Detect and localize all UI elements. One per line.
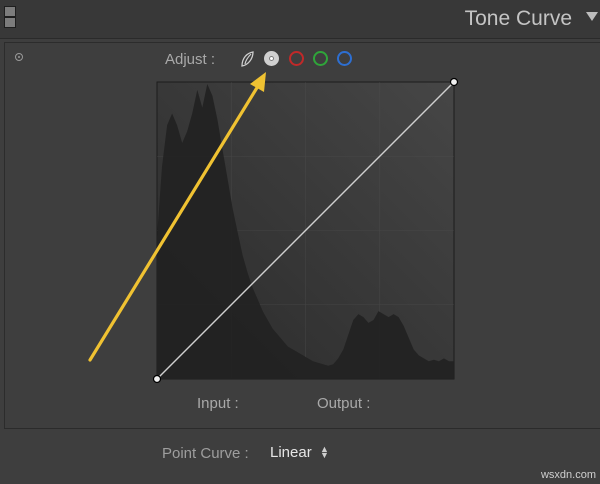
curve-point-highlights bbox=[449, 77, 459, 87]
output-label: Output : bbox=[317, 395, 371, 412]
tone-curve-graph[interactable] bbox=[0, 0, 600, 484]
watermark-text: wsxdn.com bbox=[540, 469, 596, 481]
input-label: Input : bbox=[197, 395, 239, 412]
curve-point-shadows bbox=[152, 374, 162, 384]
point-curve-select[interactable]: Linear bbox=[270, 444, 312, 461]
divider bbox=[4, 428, 600, 429]
updown-arrows-icon[interactable]: ▲ ▼ bbox=[320, 445, 329, 460]
point-curve-label: Point Curve : bbox=[162, 445, 249, 462]
